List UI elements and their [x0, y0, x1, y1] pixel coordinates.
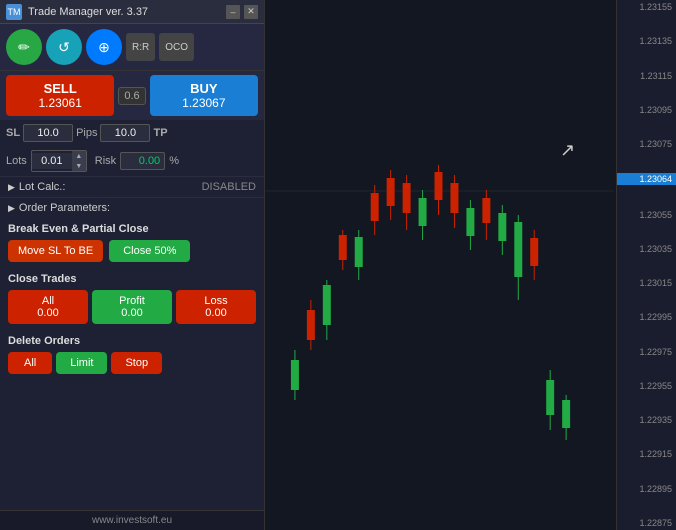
close-button[interactable]: ✕ [244, 5, 258, 19]
close-all-value: 0.00 [12, 307, 84, 319]
close-50-button[interactable]: Close 50% [109, 240, 190, 262]
app-icon: TM [6, 4, 22, 20]
price-axis: 1.23155 1.23135 1.23115 1.23095 1.23075 … [616, 0, 676, 530]
title-bar-text: Trade Manager ver. 3.37 [28, 6, 226, 18]
price-label-highlight: 1.23064 [617, 173, 676, 185]
price-label-10: 1.22955 [617, 381, 676, 391]
lot-calc-arrow: ▶ [8, 182, 15, 193]
price-label-6: 1.23035 [617, 244, 676, 254]
lot-calc-row[interactable]: ▶ Lot Calc.: DISABLED [0, 176, 264, 197]
buy-button[interactable]: BUY 1.23067 [150, 75, 258, 116]
sell-price: 1.23061 [16, 96, 104, 110]
price-label-7: 1.23015 [617, 278, 676, 288]
close-profit-value: 0.00 [96, 307, 168, 319]
break-even-buttons: Move SL To BE Close 50% [0, 238, 264, 268]
price-label-9: 1.22975 [617, 347, 676, 357]
trade-manager-panel: TM Trade Manager ver. 3.37 – ✕ ✏ ↺ ⊕ R:R… [0, 0, 265, 530]
lots-input-wrap: ▲ ▼ [31, 150, 87, 172]
price-label-0: 1.23155 [617, 2, 676, 12]
footer-url: www.investsoft.eu [92, 515, 172, 526]
delete-stop-button[interactable]: Stop [111, 352, 162, 374]
refresh-button[interactable]: ↺ [46, 29, 82, 65]
close-loss-value: 0.00 [180, 307, 252, 319]
close-loss-button[interactable]: Loss 0.00 [176, 290, 256, 324]
lots-spinner: ▲ ▼ [72, 151, 86, 171]
sell-label: SELL [16, 81, 104, 96]
close-all-button[interactable]: All 0.00 [8, 290, 88, 324]
close-loss-label: Loss [180, 295, 252, 307]
draw-button[interactable]: ✏ [6, 29, 42, 65]
tp-input[interactable] [100, 124, 150, 142]
order-params-row[interactable]: ▶ Order Parameters: [0, 197, 264, 218]
chart-area: ↗ 1.23155 1.23135 1.23115 1.23095 1.2307… [265, 0, 676, 530]
sell-button[interactable]: SELL 1.23061 [6, 75, 114, 116]
lots-label: Lots [6, 155, 27, 167]
oco-button[interactable]: OCO [159, 33, 194, 61]
candles-area: ↗ [265, 0, 614, 530]
pencil-icon: ✏ [18, 39, 30, 56]
delete-orders-title: Delete Orders [0, 330, 264, 350]
close-trades-title: Close Trades [0, 268, 264, 288]
refresh-icon: ↺ [58, 39, 70, 56]
price-label-11: 1.22935 [617, 415, 676, 425]
sl-tp-row: SL Pips TP [0, 120, 264, 146]
percent-label: % [169, 155, 179, 167]
risk-label: Risk [95, 155, 116, 167]
buy-label: BUY [160, 81, 248, 96]
candle-group [291, 165, 570, 440]
title-bar: TM Trade Manager ver. 3.37 – ✕ [0, 0, 264, 24]
price-label-3: 1.23095 [617, 105, 676, 115]
plus-icon: ⊕ [98, 39, 110, 56]
price-label-14: 1.22875 [617, 518, 676, 528]
price-label-12: 1.22915 [617, 449, 676, 459]
sl-input[interactable] [23, 124, 73, 142]
close-trades-buttons: All 0.00 Profit 0.00 Loss 0.00 [0, 288, 264, 330]
price-label-1: 1.23135 [617, 36, 676, 46]
footer: www.investsoft.eu [0, 510, 264, 530]
order-params-arrow: ▶ [8, 203, 15, 214]
break-even-title: Break Even & Partial Close [0, 218, 264, 238]
price-label-8: 1.22995 [617, 312, 676, 322]
delete-all-button[interactable]: All [8, 352, 52, 374]
price-label-13: 1.22895 [617, 484, 676, 494]
delete-limit-button[interactable]: Limit [56, 352, 107, 374]
lots-up-button[interactable]: ▲ [72, 151, 86, 161]
buy-price: 1.23067 [160, 96, 248, 110]
lot-calc-value: DISABLED [202, 181, 256, 193]
lots-input[interactable] [32, 153, 72, 169]
lots-row: Lots ▲ ▼ Risk % [0, 146, 264, 176]
close-profit-button[interactable]: Profit 0.00 [92, 290, 172, 324]
lots-down-button[interactable]: ▼ [72, 161, 86, 171]
risk-input[interactable] [120, 152, 165, 170]
price-label-5: 1.23055 [617, 210, 676, 220]
title-bar-controls: – ✕ [226, 5, 258, 19]
sl-label: SL [6, 127, 20, 139]
toolbar: ✏ ↺ ⊕ R:R OCO [0, 24, 264, 71]
add-button[interactable]: ⊕ [86, 29, 122, 65]
rr-button[interactable]: R:R [126, 33, 155, 61]
order-params-label: Order Parameters: [19, 202, 110, 214]
buy-sell-row: SELL 1.23061 0.6 BUY 1.23067 [0, 71, 264, 120]
pips-label: Pips [76, 127, 97, 139]
minimize-button[interactable]: – [226, 5, 240, 19]
price-label-2: 1.23115 [617, 71, 676, 81]
delete-orders-buttons: All Limit Stop [0, 350, 264, 380]
move-sl-button[interactable]: Move SL To BE [8, 240, 103, 262]
candlestick-chart [265, 0, 614, 530]
close-profit-label: Profit [96, 295, 168, 307]
close-all-label: All [12, 295, 84, 307]
spread-badge: 0.6 [118, 87, 145, 105]
price-label-4: 1.23075 [617, 139, 676, 149]
tp-label: TP [153, 127, 167, 139]
lot-calc-label: Lot Calc.: [19, 181, 65, 193]
